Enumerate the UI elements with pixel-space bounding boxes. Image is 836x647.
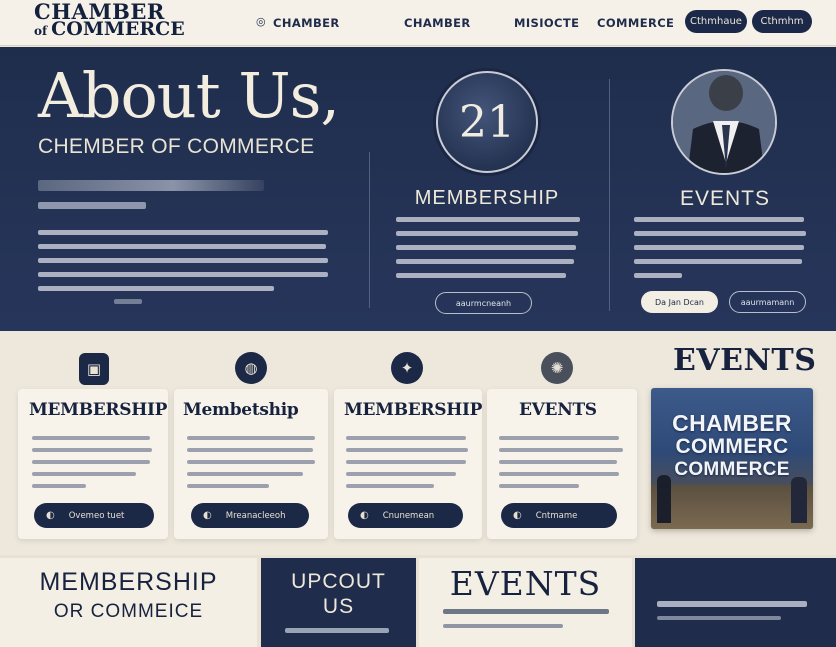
card-title: MEMBERSHIP bbox=[344, 400, 483, 420]
card-title: MEMBERSHIP bbox=[29, 400, 168, 420]
bottom-events-title: EVENTS bbox=[449, 564, 602, 603]
bottom-info-text-2 bbox=[657, 616, 781, 620]
photo-banner-line-3: COMMERCE bbox=[674, 459, 790, 480]
hero-paragraph-tail bbox=[114, 299, 144, 313]
badge-21: 21 bbox=[436, 71, 538, 173]
hero-membership-title: MEMBERSHIP bbox=[414, 187, 560, 209]
nav-item-commerce[interactable]: COMMERCE bbox=[597, 16, 674, 30]
card-2-button[interactable]: ◐ Mreanacleeoh bbox=[191, 503, 309, 528]
card-title: EVENTS bbox=[519, 400, 597, 420]
card-2-button-label: Mreanacleeoh bbox=[225, 510, 286, 521]
bottom-events-text-2 bbox=[443, 624, 563, 628]
membership-learn-more-button[interactable]: aaurmcneanh bbox=[435, 292, 532, 314]
bottom-info-panel[interactable] bbox=[635, 558, 836, 647]
nav-item-chamber-1[interactable]: CHAMBER bbox=[273, 16, 340, 30]
card-text bbox=[187, 436, 317, 496]
membership-card-3: MEMBERSHIP ◐ Cnunemean bbox=[334, 389, 482, 539]
event-photo[interactable]: CHAMBER COMMERC COMMERCE bbox=[651, 388, 813, 529]
events-card: EVENTS ◐ Cntmame bbox=[487, 389, 637, 539]
bottom-about-panel[interactable]: UPCOUT US bbox=[261, 558, 416, 647]
card-1-button-label: Ovemeo tuet bbox=[68, 510, 125, 521]
hero-highlight-bar bbox=[38, 180, 264, 191]
bottom-membership-panel[interactable]: MEMBERSHIP OR COMMEICE bbox=[0, 558, 257, 647]
page-subtitle: CHEMBER OF COMMERCE bbox=[38, 135, 315, 158]
bottom-about-text bbox=[285, 628, 389, 633]
bottom-membership-line-1: MEMBERSHIP bbox=[39, 568, 218, 596]
bottom-membership-line-2: OR COMMEICE bbox=[53, 601, 204, 622]
nav-item-mission[interactable]: MISIOCTE bbox=[514, 16, 579, 30]
lock-icon: ◐ bbox=[360, 510, 369, 521]
features-section: ▣ ◍ ✦ ✺ MEMBERSHIP ◐ Ovemeo tuet Membets… bbox=[0, 331, 836, 555]
photo-crowd bbox=[651, 485, 813, 529]
page-title: About Us, bbox=[38, 59, 340, 132]
logo-amp: of bbox=[34, 24, 48, 38]
card-text bbox=[32, 436, 152, 496]
hero-paragraph bbox=[38, 230, 328, 300]
bottom-about-line-2: US bbox=[322, 595, 355, 618]
card-text bbox=[499, 436, 623, 496]
logo-line-2: of COMMERCE bbox=[34, 20, 185, 39]
lock-icon: ◐ bbox=[46, 510, 55, 521]
events-heading: EVENTS bbox=[673, 343, 817, 378]
bottom-events-panel[interactable]: EVENTS bbox=[419, 558, 632, 647]
hero-events-text bbox=[634, 217, 806, 287]
hero-tagline-placeholder bbox=[38, 202, 146, 209]
hero-events-title: EVENTS bbox=[679, 187, 771, 210]
card-3-button[interactable]: ◐ Cnunemean bbox=[348, 503, 463, 528]
top-header: CHAMBER of COMMERCE ◎ CHAMBER CHAMBER MIS… bbox=[0, 0, 836, 46]
hero-divider-1 bbox=[369, 152, 370, 308]
card-4-button-label: Cntmame bbox=[535, 510, 578, 521]
events-secondary-button[interactable]: aaurmamann bbox=[729, 291, 806, 313]
events-primary-button[interactable]: Da Jan Dcan bbox=[641, 291, 718, 313]
nav-item-chamber-2[interactable]: CHAMBER bbox=[404, 16, 471, 30]
card-text bbox=[346, 436, 468, 496]
membership-card-1: MEMBERSHIP ◐ Ovemeo tuet bbox=[18, 389, 168, 539]
card-4-button[interactable]: ◐ Cntmame bbox=[501, 503, 617, 528]
card-1-button[interactable]: ◐ Ovemeo tuet bbox=[34, 503, 154, 528]
hero-section: About Us, CHEMBER OF COMMERCE 21 MEMBERS… bbox=[0, 47, 836, 331]
lock-icon: ◐ bbox=[513, 510, 522, 521]
globe-icon: ◍ bbox=[235, 352, 267, 384]
header-button-2[interactable]: Cthmhm bbox=[752, 10, 812, 33]
hero-divider-2 bbox=[609, 79, 610, 311]
document-icon: ▣ bbox=[79, 353, 109, 385]
bottom-strip: MEMBERSHIP OR COMMEICE UPCOUT US EVENTS bbox=[0, 555, 836, 647]
membership-card-2: Membetship ◐ Mreanacleeoh bbox=[174, 389, 328, 539]
chamber-logo[interactable]: CHAMBER of COMMERCE bbox=[34, 0, 185, 39]
bottom-about-line-1: UPCOUT bbox=[291, 570, 386, 593]
photo-banner-line-2: COMMERC bbox=[675, 435, 789, 458]
photo-person-left bbox=[657, 475, 671, 523]
bottom-events-text bbox=[443, 609, 609, 614]
card-title: Membetship bbox=[183, 400, 299, 420]
globe-icon: ◎ bbox=[256, 15, 266, 28]
person-icon bbox=[673, 71, 775, 173]
logo-line-2-text: COMMERCE bbox=[51, 18, 185, 40]
photo-banner-line-1: CHAMBER bbox=[672, 410, 792, 436]
seal-icon: ✺ bbox=[541, 352, 573, 384]
photo-person-right bbox=[791, 477, 807, 523]
member-portrait bbox=[671, 69, 777, 175]
card-3-button-label: Cnunemean bbox=[382, 510, 435, 521]
header-button-1[interactable]: Cthmhaue bbox=[685, 10, 747, 33]
handshake-icon: ✦ bbox=[391, 352, 423, 384]
bottom-info-text bbox=[657, 601, 807, 607]
hero-membership-text bbox=[396, 217, 580, 287]
lock-icon: ◐ bbox=[203, 510, 212, 521]
